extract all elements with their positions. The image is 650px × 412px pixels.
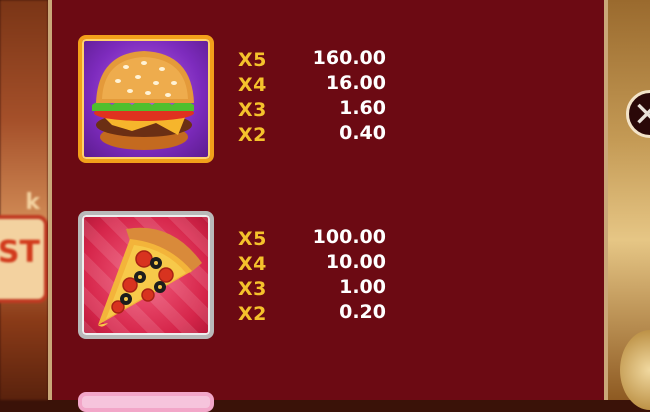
- burger-symbol-tile: [78, 35, 214, 163]
- payout-value: 1.60: [339, 97, 386, 119]
- payout-value: 16.00: [325, 72, 386, 94]
- pizza-payouts: 100.00 10.00 1.00 0.20: [276, 225, 386, 325]
- paytable-panel[interactable]: X5 X4 X3 X2 160.00 16.00 1.60 0.40 X5 X4…: [48, 0, 608, 412]
- pizza-symbol-tile: [78, 211, 214, 339]
- payout-value: 0.20: [339, 301, 386, 323]
- background-scene-left: k ST: [0, 0, 48, 400]
- payout-value: 0.40: [339, 122, 386, 144]
- background-scene-right: [608, 0, 650, 410]
- game-logo-fragment: ST: [0, 215, 48, 303]
- close-icon: ✕: [633, 95, 650, 135]
- game-logo-text: ST: [0, 235, 40, 270]
- next-symbol-tile: [78, 392, 214, 412]
- pizza-slice-icon: [98, 227, 202, 327]
- plate-decoration: [620, 330, 650, 410]
- payout-value: 160.00: [312, 47, 386, 69]
- payout-value: 1.00: [339, 276, 386, 298]
- payout-value: 100.00: [312, 226, 386, 248]
- payout-value: 10.00: [325, 251, 386, 273]
- burger-payouts: 160.00 16.00 1.60 0.40: [276, 46, 386, 146]
- burger-icon: [92, 51, 194, 150]
